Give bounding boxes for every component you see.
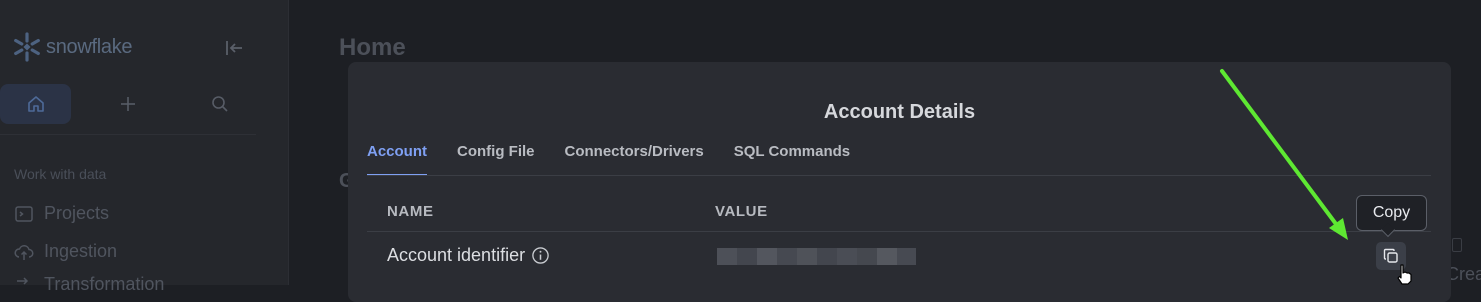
hand-cursor-icon [1397, 264, 1412, 285]
annotation-arrow [1220, 69, 1348, 240]
